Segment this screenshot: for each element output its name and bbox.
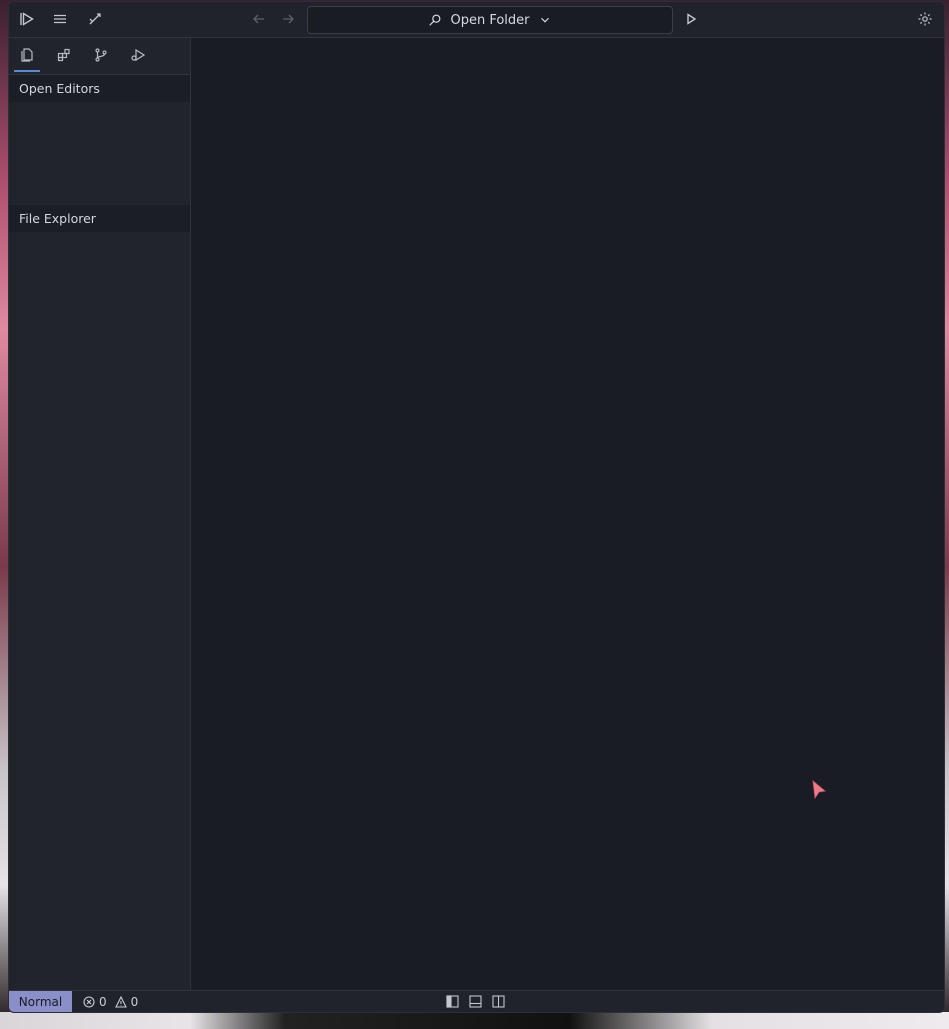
settings-gear-icon[interactable]	[916, 10, 934, 28]
back-arrow-icon[interactable]	[250, 10, 268, 28]
warning-icon	[114, 996, 127, 1008]
chevron-down-icon	[538, 13, 552, 27]
toggle-bottom-panel-icon[interactable]	[469, 995, 483, 1009]
open-folder-search[interactable]: Open Folder	[307, 6, 673, 34]
editor-window: Open Folder Open Editors File Explorer N…	[8, 1, 945, 1013]
error-count: 0	[99, 995, 107, 1009]
mode-badge: Normal	[9, 991, 72, 1012]
sidebar: Open Editors File Explorer	[9, 38, 191, 990]
sidebar-tabs	[9, 38, 190, 75]
split-icon[interactable]	[86, 10, 104, 28]
file-explorer-header[interactable]: File Explorer	[9, 205, 190, 232]
forward-arrow-icon[interactable]	[279, 10, 297, 28]
files-icon[interactable]	[14, 47, 40, 72]
warning-count: 0	[130, 995, 139, 1009]
debug-icon[interactable]	[125, 47, 151, 69]
toggle-left-panel-icon[interactable]	[446, 995, 460, 1009]
run-logo-icon[interactable]	[18, 10, 36, 28]
title-bar: Open Folder	[9, 2, 944, 38]
desktop-wallpaper	[0, 1012, 949, 1029]
source-control-icon[interactable]	[88, 47, 114, 69]
toggle-right-panel-icon[interactable]	[492, 995, 506, 1009]
extensions-icon[interactable]	[51, 47, 77, 69]
error-icon	[83, 996, 95, 1008]
search-icon	[428, 13, 442, 27]
play-icon[interactable]	[682, 10, 700, 28]
open-editors-header[interactable]: Open Editors	[9, 75, 190, 102]
mouse-cursor-icon	[811, 780, 827, 800]
open-editors-list	[9, 102, 190, 204]
diagnostics[interactable]: 0 0	[83, 994, 138, 1010]
file-explorer-list	[9, 232, 190, 990]
menu-icon[interactable]	[51, 10, 69, 28]
status-bar: Normal 0 0	[9, 990, 944, 1012]
editor-area[interactable]	[191, 38, 944, 990]
search-label: Open Folder	[450, 12, 530, 28]
